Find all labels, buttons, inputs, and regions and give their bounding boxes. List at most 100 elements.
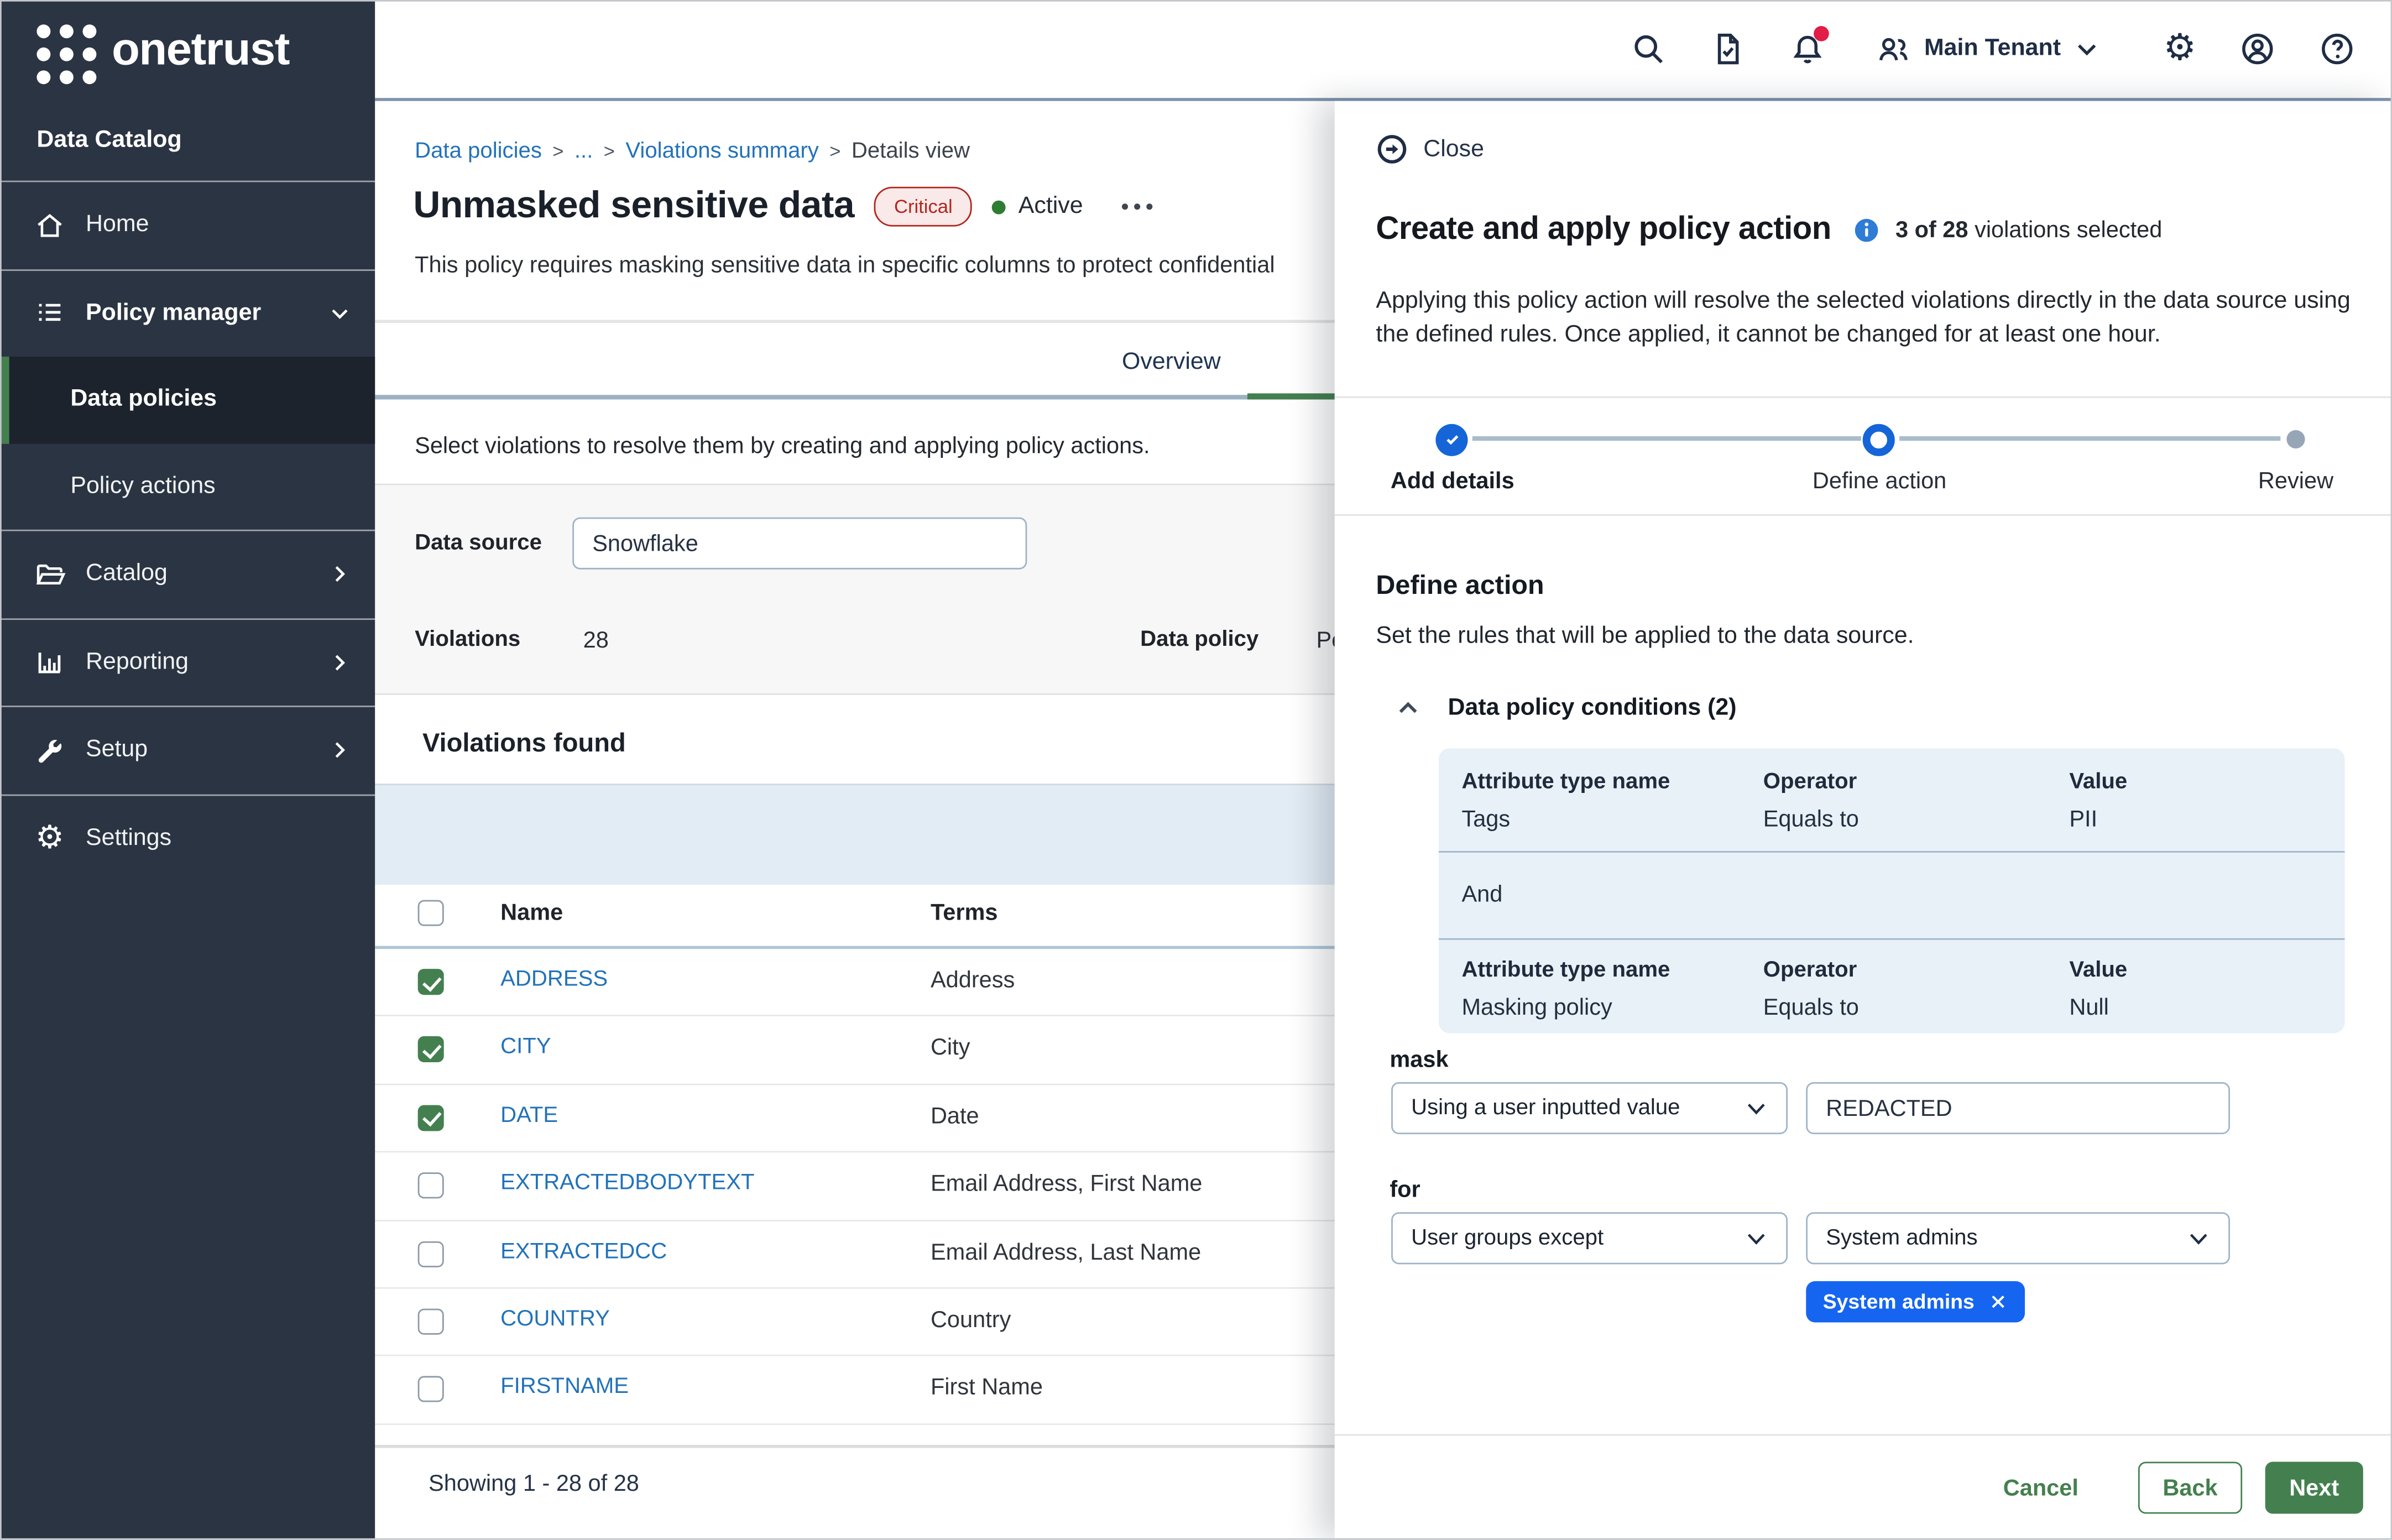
col-attribute: Attribute type name [1461,958,1763,983]
search-icon[interactable] [1630,30,1667,67]
home-icon [34,210,66,242]
panel-header: Create and apply policy action 3 of 28 v… [1376,211,2162,248]
mask-method-value: Using a user inputted value [1411,1096,1680,1120]
policy-action-panel: Close Create and apply policy action 3 o… [1335,101,2392,1540]
panel-title: Create and apply policy action [1376,211,1831,248]
row-checkbox[interactable] [418,1376,444,1402]
row-checkbox[interactable] [418,1173,444,1199]
violation-name-link[interactable]: COUNTRY [500,1307,610,1332]
next-button[interactable]: Next [2265,1461,2363,1513]
tab-overview[interactable]: Overview [1122,349,1221,377]
mask-method-select[interactable]: Using a user inputted value [1391,1082,1788,1134]
breadcrumb-ellipsis[interactable]: ... [575,139,593,164]
for-method-select[interactable]: User groups except [1391,1212,1788,1264]
overflow-menu-icon[interactable] [1118,194,1156,220]
gear-icon[interactable]: ⚙ [2164,30,2197,67]
close-label: Close [1423,135,1484,163]
step-review-icon [2286,423,2305,448]
step-label: Review [2204,468,2388,494]
chip-label: System admins [1823,1290,1975,1313]
tenant-switcher[interactable]: Main Tenant [1875,30,2102,67]
select-all-checkbox[interactable] [418,900,444,926]
breadcrumb-current: Details view [852,139,970,164]
close-button[interactable]: Close [1376,133,1484,165]
sidebar-item-policy-actions[interactable]: Policy actions [0,443,375,529]
sidebar-item-settings[interactable]: ⚙ Settings [0,795,375,881]
sidebar-item-label: Reporting [86,649,326,676]
chevron-down-icon [2073,34,2102,64]
row-checkbox[interactable] [418,1309,444,1335]
violation-name-link[interactable]: FIRSTNAME [500,1375,629,1400]
violation-name-link[interactable]: EXTRACTEDBODYTEXT [500,1171,754,1196]
col-operator: Operator [1763,958,2070,983]
step-label: Add details [1361,468,1544,494]
violation-name-link[interactable]: DATE [500,1103,558,1127]
breadcrumb: Data policies > ... > Violations summary… [415,139,970,164]
col-attribute: Attribute type name [1461,770,1763,794]
breadcrumb-link[interactable]: Data policies [415,139,542,164]
panel-description: Applying this policy action will resolve… [1376,285,2356,351]
col-operator: Operator [1763,770,2070,794]
cancel-button[interactable]: Cancel [1985,1461,2097,1513]
violation-terms: Country [931,1307,1011,1333]
condition-row: Masking policy Equals to Null [1439,989,2345,1027]
column-header-name: Name [500,900,563,926]
breadcrumb-separator: > [604,141,615,163]
remove-chip-icon[interactable] [1988,1292,2008,1312]
row-checkbox[interactable] [418,1105,444,1131]
condition-operator: Equals to [1763,995,2070,1021]
selection-info: 3 of 28 violations selected [1852,215,2162,244]
for-group-select[interactable]: System admins [1806,1212,2230,1264]
condition-attribute: Masking policy [1461,995,1763,1021]
page-title: Unmasked sensitive data [413,185,854,228]
breadcrumb-link[interactable]: Violations summary [625,139,819,164]
chevron-down-icon [1743,1225,1769,1251]
condition-attribute: Tags [1461,807,1763,833]
condition-row: Tags Equals to PII [1439,801,2345,839]
wrench-icon [34,734,66,766]
condition-value: Null [2069,995,2344,1021]
row-checkbox[interactable] [418,1241,444,1267]
data-source-input[interactable] [572,518,1027,570]
selection-count-rest: violations selected [1975,217,2162,243]
divider [1439,938,2345,940]
condition-operator: Equals to [1763,807,2070,833]
violation-name-link[interactable]: EXTRACTEDCC [500,1239,667,1264]
row-checkbox[interactable] [418,1037,444,1063]
back-button[interactable]: Back [2138,1461,2242,1513]
col-value: Value [2069,770,2344,794]
selection-count-text: 3 of 28 violations selected [1895,217,2162,243]
active-dot-icon [993,200,1006,213]
policy-doc-icon[interactable] [1710,30,1746,67]
topbar-actions: ⚙ [2142,30,2377,67]
violation-name-link[interactable]: ADDRESS [500,967,608,991]
notification-bell-icon[interactable] [1789,30,1826,67]
sidebar-item-label: Data policies [70,386,353,414]
status-label: Active [1019,193,1083,221]
account-icon[interactable] [2239,30,2276,67]
sidebar-item-label: Policy actions [70,473,353,500]
sidebar-item-setup[interactable]: Setup [0,707,375,794]
breadcrumb-separator: > [829,141,840,163]
gear-icon: ⚙ [34,822,66,854]
condition-joiner: And [1439,865,2345,926]
selected-group-chip[interactable]: System admins [1806,1281,2025,1323]
topbar: Main Tenant ⚙ [375,0,2392,101]
step-label: Define action [1788,468,1971,494]
sidebar-item-reporting[interactable]: Reporting [0,619,375,706]
mask-value-input[interactable] [1806,1082,2230,1134]
sidebar-item-data-policies[interactable]: Data policies [0,357,375,443]
severity-badge: Critical [874,187,973,227]
help-icon[interactable] [2319,30,2356,67]
app-waffle-icon[interactable] [36,24,96,83]
sidebar-item-catalog[interactable]: Catalog [0,531,375,617]
violation-name-link[interactable]: CITY [500,1035,551,1059]
row-checkbox[interactable] [418,969,444,995]
chevron-down-icon [1743,1095,1769,1121]
sidebar-item-policy-manager[interactable]: Policy manager [0,270,375,357]
sidebar-item-home[interactable]: Home [0,182,375,268]
conditions-toggle[interactable]: Data policy conditions (2) [1393,693,1737,724]
sidebar-item-label: Home [86,212,353,239]
tenant-people-icon [1875,30,1911,67]
violation-terms: First Name [931,1375,1043,1401]
